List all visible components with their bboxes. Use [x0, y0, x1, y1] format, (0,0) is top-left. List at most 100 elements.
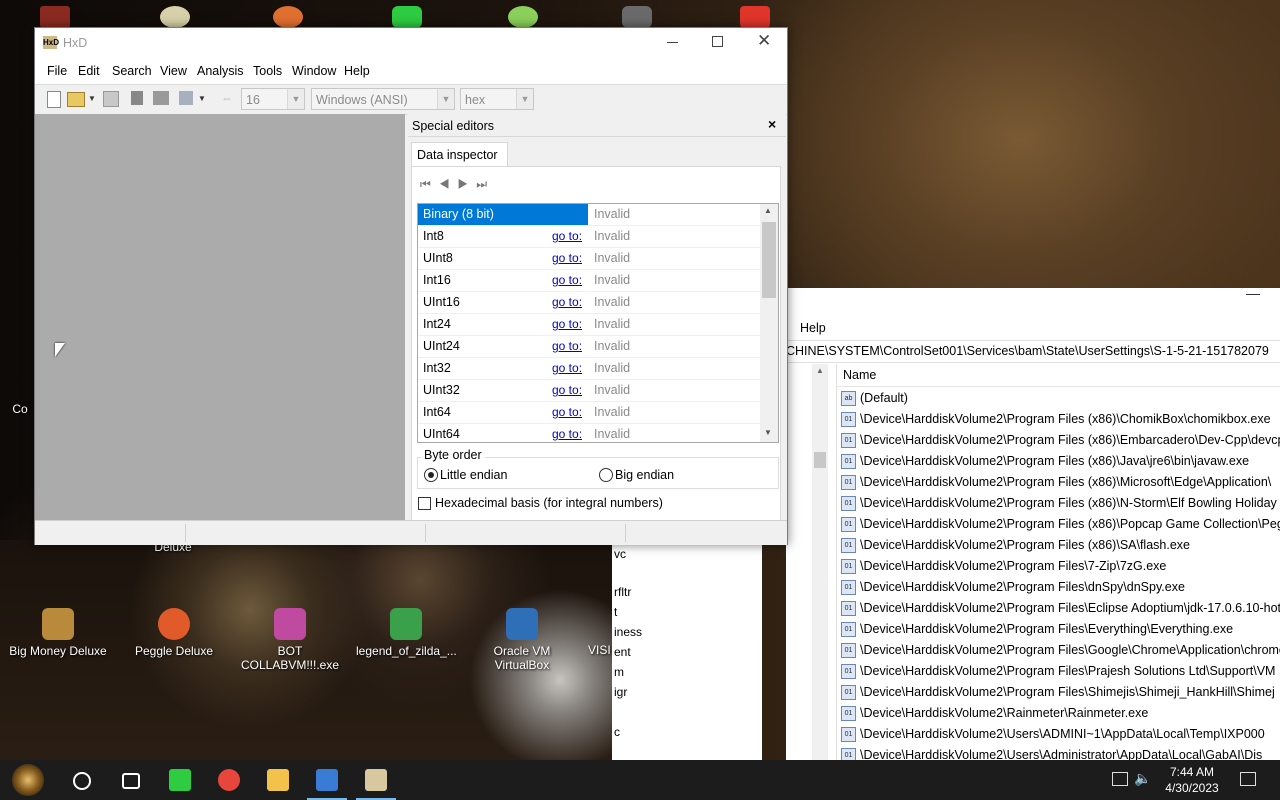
inspector-row-value[interactable]: Invalid	[589, 358, 759, 379]
new-file-icon[interactable]	[47, 91, 61, 108]
taskbar-app-button[interactable]	[303, 760, 351, 800]
close-icon[interactable]: ✕	[757, 31, 771, 51]
offset-base-select[interactable]: hex ▼	[460, 88, 534, 110]
registry-value-row[interactable]: 01 \Device\HarddiskVolume2\Program Files …	[841, 535, 1280, 556]
goto-link[interactable]: go to:	[552, 314, 582, 335]
inspector-row[interactable]: UInt24 go to: Invalid	[418, 336, 760, 358]
desktop-icon-partial[interactable]	[40, 6, 70, 28]
registry-tree-item[interactable]: igr	[614, 685, 627, 699]
scroll-up-icon[interactable]: ▲	[764, 206, 772, 215]
values-pane[interactable]: Name ab (Default) 01 \Device\HarddiskVolume…	[836, 364, 1280, 785]
menu-edit[interactable]: Edit	[78, 64, 100, 78]
scrollbar-thumb[interactable]	[762, 222, 776, 298]
inspector-row[interactable]: Binary (8 bit) Invalid	[418, 204, 760, 226]
goto-link[interactable]: go to:	[552, 336, 582, 357]
registry-value-row[interactable]: 01 \Device\HarddiskVolume2\Program Files …	[841, 430, 1280, 451]
inspector-row-value[interactable]: Invalid	[589, 336, 759, 357]
goto-link[interactable]: go to:	[552, 424, 582, 442]
start-button[interactable]	[12, 764, 44, 796]
taskbar-app-button[interactable]	[107, 760, 155, 800]
registry-value-row[interactable]: ab (Default)	[841, 388, 1280, 409]
desktop-icon-partial[interactable]	[508, 6, 538, 28]
chevron-down-icon[interactable]: ▼	[287, 89, 304, 109]
inspector-row-value[interactable]: Invalid	[589, 424, 759, 442]
desktop-icon-partial[interactable]	[740, 6, 770, 28]
tab-data-inspector[interactable]: Data inspector	[411, 142, 508, 167]
goto-link[interactable]: go to:	[552, 270, 582, 291]
inspector-row[interactable]: UInt64 go to: Invalid	[418, 424, 760, 442]
save-icon[interactable]	[103, 91, 119, 107]
inspector-row[interactable]: Int24 go to: Invalid	[418, 314, 760, 336]
notifications-icon[interactable]	[1240, 772, 1256, 786]
registry-value-row[interactable]: 01 \Device\HarddiskVolume2\Program Files\…	[841, 661, 1280, 682]
desktop-icon-partial[interactable]	[160, 6, 190, 28]
values-list[interactable]: ab (Default) 01 \Device\HarddiskVolume2\Pro…	[841, 388, 1280, 787]
address-bar[interactable]: CHINE\SYSTEM\ControlSet001\Services\bam\…	[786, 340, 1280, 363]
hxd-window[interactable]: HxD HxD ✕ File Edit Search View Analysis Tool…	[34, 27, 788, 545]
registry-tree-item[interactable]: iness	[614, 625, 642, 639]
inspector-row-value[interactable]: Invalid	[589, 314, 759, 335]
registry-editor-window[interactable]: Help CHINE\SYSTEM\ControlSet001\Services…	[786, 288, 1280, 785]
goto-link[interactable]: go to:	[552, 380, 582, 401]
taskbar-app-button[interactable]	[58, 760, 106, 800]
scrollbar-thumb[interactable]	[814, 452, 826, 468]
taskbar-app-button[interactable]	[156, 760, 204, 800]
open-file-icon[interactable]	[67, 92, 85, 107]
first-icon[interactable]: ⏮	[420, 177, 439, 191]
goto-link[interactable]: go to:	[552, 292, 582, 313]
registry-tree-pane[interactable]: vcrfltrtinessentmigrcAccessManagerSvc	[612, 545, 762, 779]
desktop-icon-partial[interactable]	[392, 6, 422, 28]
menu-analysis[interactable]: Analysis	[197, 64, 244, 78]
desktop-icon-partial[interactable]	[273, 6, 303, 28]
data-inspector-grid[interactable]: Binary (8 bit) Invalid Int8 go to: Invalid UI…	[417, 203, 779, 443]
goto-link[interactable]: go to:	[552, 248, 582, 269]
menu-help[interactable]: Help	[344, 64, 370, 78]
network-icon[interactable]	[1112, 772, 1128, 786]
hex-editor-area[interactable]	[35, 114, 405, 520]
registry-value-row[interactable]: 01 \Device\HarddiskVolume2\Program Files …	[841, 451, 1280, 472]
taskbar-app-button[interactable]	[352, 760, 400, 800]
inspector-row[interactable]: Int16 go to: Invalid	[418, 270, 760, 292]
inspector-row-value[interactable]: Invalid	[589, 380, 759, 401]
desktop-icon-visi-poc[interactable]: VISI POC	[588, 608, 614, 668]
registry-value-row[interactable]: 01 \Device\HarddiskVolume2\Program Files …	[841, 493, 1280, 514]
export-dropdown-icon[interactable]: ▼	[198, 94, 206, 103]
registry-value-row[interactable]: 01 \Device\HarddiskVolume2\Program Files\…	[841, 556, 1280, 577]
inspector-row-value[interactable]: Invalid	[589, 204, 759, 225]
big-endian-radio[interactable]	[599, 468, 613, 482]
menu-view[interactable]: View	[160, 64, 187, 78]
taskbar-app-button[interactable]	[205, 760, 253, 800]
volume-muted-icon[interactable]: 🔈	[1134, 770, 1151, 787]
inspector-row-value[interactable]: Invalid	[589, 226, 759, 247]
registry-value-row[interactable]: 01 \Device\HarddiskVolume2\Rainmeter\Rain…	[841, 703, 1280, 724]
registry-value-row[interactable]: 01 \Device\HarddiskVolume2\Program Files\…	[841, 682, 1280, 703]
menu-file[interactable]: File	[47, 64, 67, 78]
registry-value-row[interactable]: 01 \Device\HarddiskVolume2\Program Files\…	[841, 619, 1280, 640]
scroll-down-icon[interactable]: ▼	[764, 428, 772, 437]
inspector-row[interactable]: Int32 go to: Invalid	[418, 358, 760, 380]
big-endian-label[interactable]: Big endian	[615, 468, 674, 482]
tree-scrollbar[interactable]: ▲	[812, 364, 828, 760]
column-name-header[interactable]: Name	[843, 368, 876, 382]
next-icon[interactable]: ▶	[458, 177, 477, 191]
print-icon[interactable]	[153, 91, 169, 105]
column-header[interactable]: Name	[837, 364, 1280, 387]
inspector-row[interactable]: Int8 go to: Invalid	[418, 226, 760, 248]
clock[interactable]: 7:44 AM 4/30/2023	[1154, 764, 1230, 796]
close-icon[interactable]: ×	[768, 116, 776, 132]
charset-select[interactable]: Windows (ANSI) ▼	[311, 88, 455, 110]
goto-link[interactable]: go to:	[552, 358, 582, 379]
menu-search[interactable]: Search	[112, 64, 152, 78]
inspector-row-value[interactable]: Invalid	[589, 248, 759, 269]
registry-value-row[interactable]: 01 \Device\HarddiskVolume2\Program Files\…	[841, 577, 1280, 598]
registry-value-row[interactable]: 01 \Device\HarddiskVolume2\Program Files …	[841, 472, 1280, 493]
registry-value-row[interactable]: 01 \Device\HarddiskVolume2\Program Files …	[841, 409, 1280, 430]
registry-tree-item[interactable]: rfltr	[614, 585, 631, 599]
registry-tree-item[interactable]: m	[614, 665, 624, 679]
previous-icon[interactable]: ◀	[439, 177, 458, 191]
desktop-icon-legend-of-zilda[interactable]: legend_of_zilda_...	[356, 608, 457, 658]
goto-link[interactable]: go to:	[552, 226, 582, 247]
registry-tree-item[interactable]: ent	[614, 645, 631, 659]
last-icon[interactable]: ⏭	[476, 177, 495, 191]
inspector-row-value[interactable]: Invalid	[589, 270, 759, 291]
